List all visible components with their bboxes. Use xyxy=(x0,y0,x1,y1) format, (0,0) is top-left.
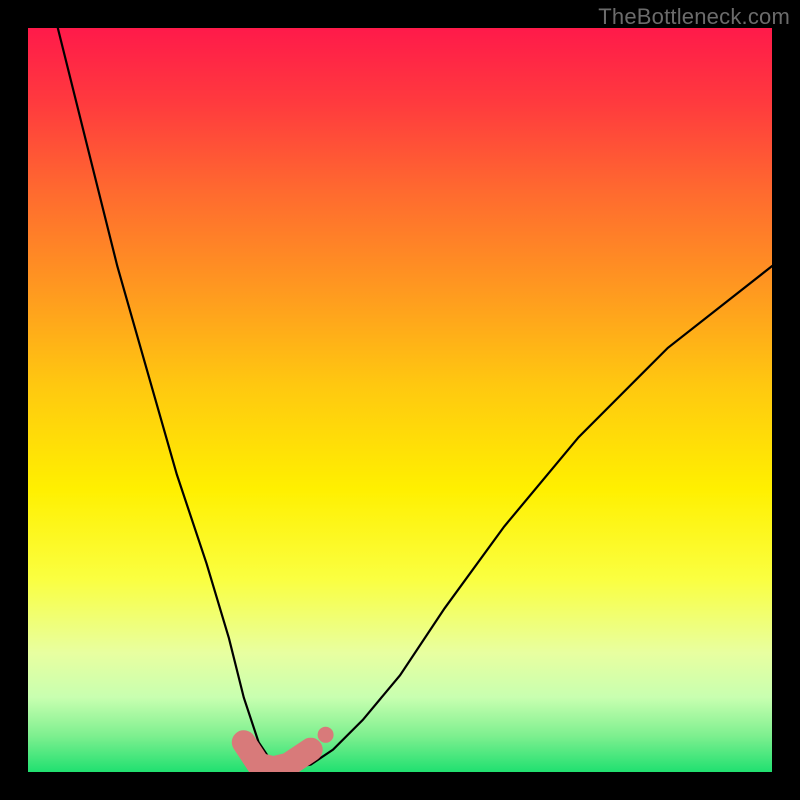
chart-frame: TheBottleneck.com xyxy=(0,0,800,800)
plot-gradient xyxy=(28,28,772,772)
watermark-text: TheBottleneck.com xyxy=(598,4,790,30)
bottleneck-curve xyxy=(58,28,772,768)
optimal-range-band xyxy=(244,742,311,768)
optimal-range-end-dot xyxy=(318,727,334,743)
optimal-range-dots xyxy=(318,727,334,743)
curve-layer xyxy=(28,28,772,772)
